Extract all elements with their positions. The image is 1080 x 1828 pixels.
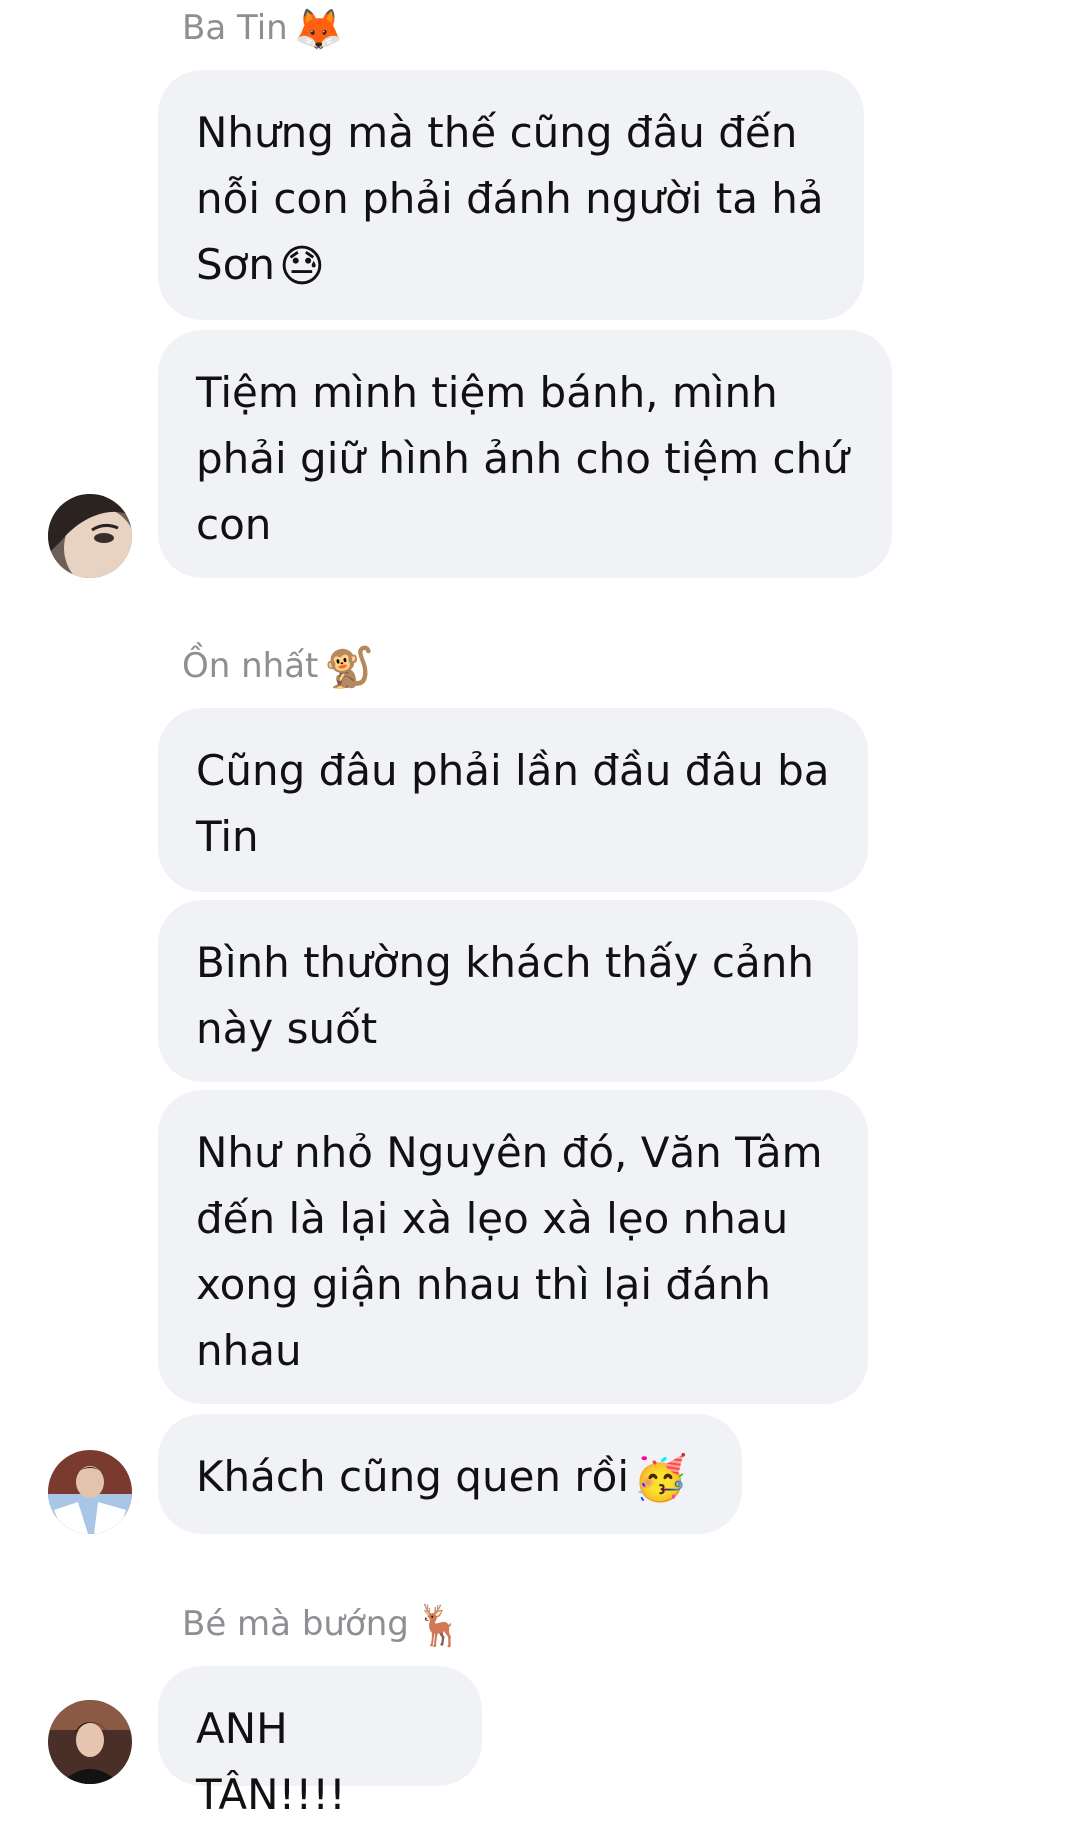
sender-name-text: Ba Tin <box>182 8 288 48</box>
sender-name: Bé mà bướng 🦌 <box>182 1604 465 1646</box>
message-bubble[interactable]: Cũng đâu phải lần đầu đâu ba Tin <box>158 708 868 892</box>
message-text: ANH TÂN!!!! <box>196 1704 346 1819</box>
message-bubble[interactable]: Khách cũng quen rồi🥳 <box>158 1414 742 1534</box>
message-bubble[interactable]: Tiệm mình tiệm bánh, mình phải giữ hình … <box>158 330 892 578</box>
message-text: Như nhỏ Nguyên đó, Văn Tâm đến là lại xà… <box>196 1128 823 1375</box>
message-bubble[interactable]: ANH TÂN!!!! <box>158 1666 482 1819</box>
avatar[interactable] <box>48 1700 132 1784</box>
avatar[interactable] <box>48 1450 132 1534</box>
sender-name: Ba Tin 🦊 <box>182 8 344 50</box>
message-text: Khách cũng quen rồi <box>196 1452 630 1501</box>
avatar-photo-icon <box>48 1700 132 1784</box>
deer-emoji-icon: 🦌 <box>414 1602 465 1649</box>
sweat-face-emoji-icon: 😓 <box>278 241 325 292</box>
message-bubble[interactable]: Như nhỏ Nguyên đó, Văn Tâm đến là lại xà… <box>158 1090 868 1404</box>
message-text: Tiệm mình tiệm bánh, mình phải giữ hình … <box>196 368 849 549</box>
sender-name-text: Bé mà bướng <box>182 1604 409 1644</box>
message-text: Cũng đâu phải lần đầu đâu ba Tin <box>196 746 830 861</box>
avatar[interactable] <box>48 494 132 578</box>
message-bubble[interactable]: Nhưng mà thế cũng đâu đến nỗi con phải đ… <box>158 70 864 320</box>
sender-name: Ồn nhất 🐒 <box>182 646 374 688</box>
monkey-emoji-icon: 🐒 <box>324 644 375 691</box>
sender-name-text: Ồn nhất <box>182 646 319 686</box>
message-bubble[interactable]: Bình thường khách thấy cảnh này suốt <box>158 900 858 1082</box>
avatar-photo-icon <box>48 494 132 578</box>
avatar-photo-icon <box>48 1450 132 1534</box>
message-text: Bình thường khách thấy cảnh này suốt <box>196 938 814 1053</box>
party-face-emoji-icon: 🥳 <box>633 1453 688 1504</box>
fox-emoji-icon: 🦊 <box>293 6 344 53</box>
